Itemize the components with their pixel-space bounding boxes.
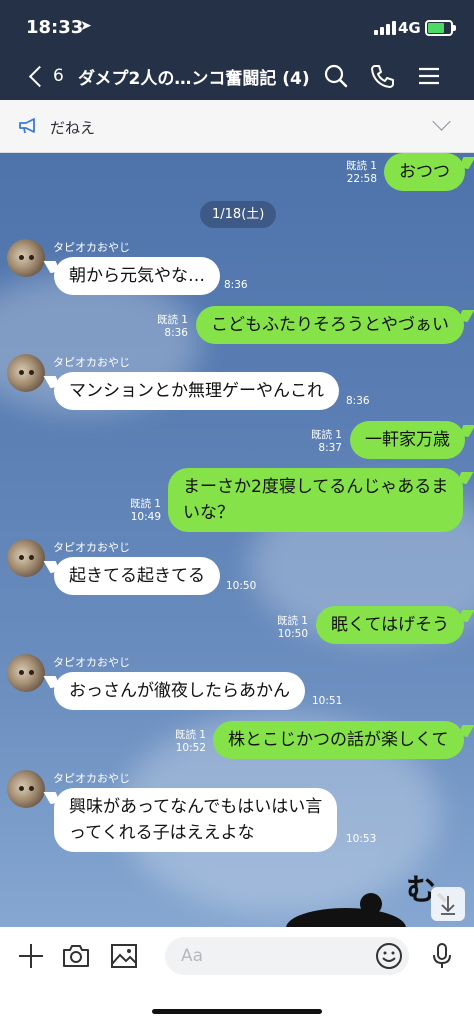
avatar[interactable]: [7, 354, 45, 392]
chevron-left-icon: [28, 65, 51, 87]
avatar[interactable]: [7, 539, 45, 577]
home-indicator: [152, 1009, 322, 1014]
signal-icon: [374, 21, 396, 35]
menu-icon[interactable]: [415, 62, 443, 90]
message-bubble[interactable]: 起きてる起きてる: [54, 557, 220, 595]
image-icon[interactable]: [109, 941, 139, 971]
chevron-down-icon[interactable]: [432, 112, 451, 131]
scroll-down-button[interactable]: [431, 887, 465, 921]
announcement-text: だねえ: [50, 119, 96, 137]
header: 18:33 ➤ 4G 6 ダメプ2人の…ンコ奮闘記 (4): [0, 0, 474, 100]
status-time: 18:33: [26, 17, 84, 38]
message-time: 10:53: [346, 833, 377, 845]
message-bubble[interactable]: 朝から元気やな…: [54, 257, 220, 295]
message-bubble[interactable]: こどもふたりそろうとやづぁい: [196, 306, 464, 344]
message-time: 8:36: [346, 395, 370, 407]
message-bubble[interactable]: おつつ: [384, 153, 465, 191]
megaphone-icon: [19, 118, 35, 134]
read-receipt: 既読 1 8:37: [310, 429, 342, 454]
battery-icon: [425, 20, 456, 36]
sender-name: タピオカおやじ: [53, 656, 130, 669]
chat-area[interactable]: 既読 1 22:58 おつつ 1/18(土) タピオカおやじ 朝から元気やな… 8…: [0, 153, 474, 927]
message-time: 10:51: [312, 695, 343, 707]
message-bubble[interactable]: 興味があってなんでもはいはい言 ってくれる子はええよな: [54, 788, 338, 852]
read-receipt: 既読 1 10:52: [174, 729, 206, 754]
message-input[interactable]: [165, 937, 409, 975]
message-bubble[interactable]: マンションとか無理ゲーやんこれ: [54, 372, 339, 410]
sender-name: タピオカおやじ: [53, 356, 130, 369]
sender-name: タピオカおやじ: [53, 541, 130, 554]
read-receipt: 既読 1 8:36: [156, 314, 188, 339]
read-receipt: 既読 1 10:49: [129, 498, 161, 523]
back-count: 6: [53, 66, 64, 86]
sender-name: タピオカおやじ: [53, 241, 130, 254]
message-bubble[interactable]: 眠くてはげそう: [316, 606, 465, 644]
avatar[interactable]: [7, 239, 45, 277]
chat-title: ダメプ2人の…ンコ奮闘記 (4): [78, 69, 310, 89]
announcement-bar[interactable]: だねえ: [0, 100, 474, 153]
read-receipt: 既読 1 22:58: [345, 160, 377, 185]
search-icon[interactable]: [322, 62, 350, 90]
back-button[interactable]: 6: [26, 62, 66, 90]
plus-icon[interactable]: [16, 941, 46, 971]
message-bubble[interactable]: 株とこじかつの話が楽しくて: [213, 721, 464, 759]
avatar[interactable]: [7, 770, 45, 808]
emoji-icon[interactable]: [374, 941, 404, 971]
message-bubble[interactable]: 一軒家万歳: [350, 421, 465, 459]
microphone-icon[interactable]: [427, 941, 457, 971]
location-arrow-icon: ➤: [80, 18, 92, 34]
message-bubble[interactable]: まーさか2度寝してるんじゃあるま いな？: [168, 468, 464, 532]
date-separator: 1/18(土): [200, 201, 277, 228]
phone-icon[interactable]: [368, 62, 396, 90]
network-label: 4G: [398, 19, 421, 37]
sender-name: タピオカおやじ: [53, 772, 130, 785]
avatar[interactable]: [7, 654, 45, 692]
arrow-down-icon: [441, 896, 455, 915]
message-bubble[interactable]: おっさんが徹夜したらあかん: [54, 672, 305, 710]
camera-icon[interactable]: [61, 941, 91, 971]
read-receipt: 既読 1 10:50: [276, 615, 308, 640]
message-time: 8:36: [224, 279, 248, 291]
message-time: 10:50: [226, 580, 257, 592]
